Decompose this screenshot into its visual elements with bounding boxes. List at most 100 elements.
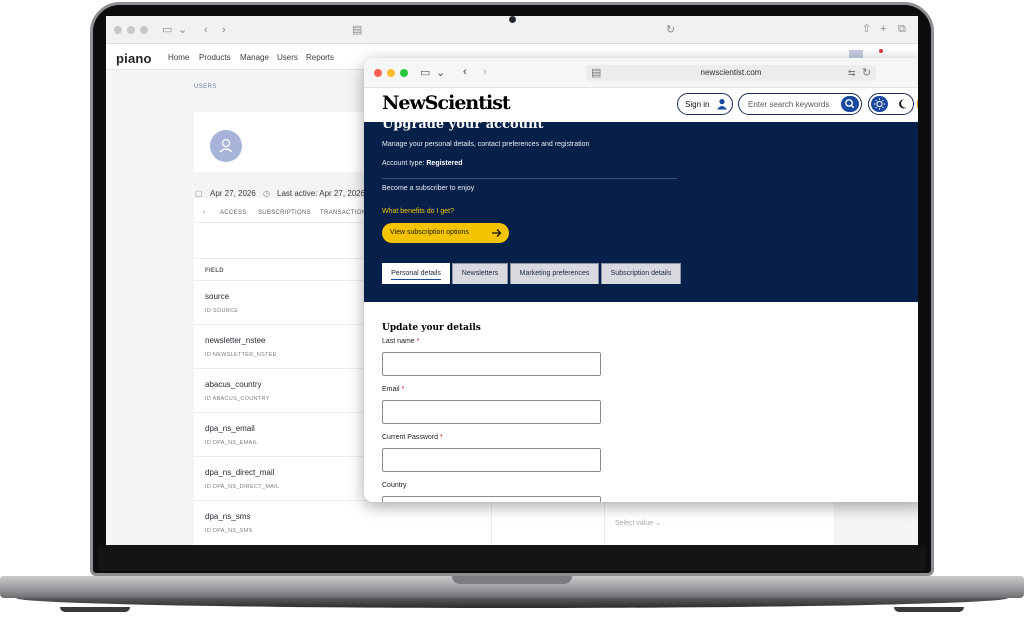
translate-icon[interactable]: ⇆ <box>848 67 856 79</box>
newscientist-logo[interactable]: NewScientist <box>382 92 511 114</box>
account-type: Account type: Registered <box>382 160 463 167</box>
view-subscription-options-button[interactable]: View subscription options <box>382 223 509 243</box>
last-active: Last active: Apr 27, 2026 <box>277 189 366 198</box>
field-name: newsletter_nstee <box>205 336 266 345</box>
breadcrumb[interactable]: USERS <box>194 84 217 90</box>
sidebar-toggle-icon[interactable]: ▭ <box>162 24 172 36</box>
account-hero: Upgrade your account Manage your persona… <box>364 117 918 302</box>
field-name: source <box>205 292 230 301</box>
search-input[interactable]: Enter search keywords <box>738 93 862 115</box>
signin-button[interactable]: Sign in <box>677 93 733 115</box>
nav-manage[interactable]: Manage <box>240 53 269 62</box>
notification-dot <box>879 49 883 53</box>
active-tab-indicator <box>391 279 441 280</box>
reload-icon[interactable]: ↻ <box>666 24 675 36</box>
field-name: dpa_ns_direct_mail <box>205 468 275 477</box>
tabs-overview-icon[interactable]: ⧉ <box>898 23 906 35</box>
update-details-form: Update your details Last name * Email * … <box>364 302 918 502</box>
light-mode-button[interactable] <box>871 96 888 112</box>
field-id: ID ABACUS_COUNTRY <box>205 396 270 402</box>
field-id: ID DPA_NS_SMS <box>205 528 253 534</box>
page-title: Upgrade your account <box>382 117 544 132</box>
tab-newsletters[interactable]: Newsletters <box>452 263 508 284</box>
window-maximize-button[interactable] <box>140 26 148 34</box>
window-minimize-button[interactable] <box>127 26 135 34</box>
window-close-button[interactable] <box>114 26 122 34</box>
nav-reports[interactable]: Reports <box>306 53 334 62</box>
avatar <box>210 130 242 162</box>
button-label: View subscription options <box>390 229 469 236</box>
window-close-button[interactable] <box>374 69 382 77</box>
reload-icon[interactable]: ↻ <box>862 67 871 79</box>
field-column-header: FIELD <box>205 268 224 274</box>
password-label: Current Password * <box>382 434 443 441</box>
email-label: Email * <box>382 386 405 393</box>
tab-label: Marketing preferences <box>519 270 590 277</box>
search-button[interactable] <box>841 96 859 112</box>
tab-subscription-details[interactable]: Subscription details <box>601 263 681 284</box>
address-bar[interactable]: ▤ newscientist.com ⇆ ↻ <box>586 65 876 81</box>
benefits-link[interactable]: What benefits do I get? <box>382 208 454 215</box>
laptop-screen: ▭ ⌄ ‹ › ▤ ↻ ⇧ + ⧉ piano Home Products Ma… <box>106 16 918 545</box>
country-select[interactable]: ⌄ <box>382 496 601 502</box>
laptop-mockup: ▭ ⌄ ‹ › ▤ ↻ ⇧ + ⧉ piano Home Products Ma… <box>0 0 1024 619</box>
form-heading: Update your details <box>382 323 481 333</box>
partial-orange-button[interactable] <box>917 93 918 115</box>
laptop-bottom-bezel <box>98 545 926 571</box>
last-name-label: Last name * <box>382 338 420 345</box>
window-maximize-button[interactable] <box>400 69 408 77</box>
subscribe-text: Become a subscriber to enjoy <box>382 185 475 192</box>
theme-toggle[interactable] <box>868 93 914 115</box>
table-row[interactable]: dpa_ns_sms ID DPA_NS_SMS <box>194 500 494 544</box>
laptop-base-shadow <box>16 598 1008 608</box>
tabs-scroll-left-icon[interactable]: ‹ <box>203 210 205 216</box>
chevron-down-icon[interactable]: ⌄ <box>178 24 187 36</box>
window-minimize-button[interactable] <box>387 69 395 77</box>
forward-arrow-icon[interactable]: › <box>222 24 226 36</box>
share-icon[interactable]: ⇧ <box>862 23 871 35</box>
field-id: ID SOURCE <box>205 308 239 314</box>
new-tab-icon[interactable]: + <box>880 23 886 35</box>
back-arrow-icon[interactable]: ‹ <box>204 24 208 36</box>
laptop-foot <box>894 607 964 612</box>
field-id: ID DPA_NS_DIRECT_MAIL <box>205 484 280 490</box>
page-icon: ▤ <box>352 24 363 36</box>
email-field[interactable] <box>382 400 601 424</box>
country-label: Country <box>382 482 407 489</box>
field-id: ID DPA_NS_EMAIL <box>205 440 258 446</box>
search-icon <box>845 99 855 109</box>
search-placeholder: Enter search keywords <box>748 100 830 109</box>
laptop-notch <box>452 576 572 584</box>
sun-icon <box>873 98 886 110</box>
piano-logo[interactable]: piano <box>116 51 152 66</box>
select-value-dropdown[interactable]: Select value ⌄ <box>615 519 661 527</box>
signin-label: Sign in <box>685 100 710 109</box>
nav-products[interactable]: Products <box>199 53 231 62</box>
chevron-down-icon[interactable]: ⌄ <box>436 67 445 79</box>
last-name-field[interactable] <box>382 352 601 376</box>
field-name: dpa_ns_sms <box>205 512 251 521</box>
back-arrow-icon[interactable]: ‹ <box>463 66 467 78</box>
chevron-down-icon: ⌄ <box>586 500 594 502</box>
tab-personal-details[interactable]: Personal details <box>382 263 450 284</box>
tab-marketing-preferences[interactable]: Marketing preferences <box>510 263 599 284</box>
tab-subscriptions[interactable]: SUBSCRIPTIONS <box>258 210 311 216</box>
sidebar-toggle-icon[interactable]: ▭ <box>420 67 430 79</box>
tab-access[interactable]: ACCESS <box>220 210 246 216</box>
front-browser-window: ▭ ⌄ ‹ › ▤ newscientist.com ⇆ ↻ NewScient… <box>364 58 918 502</box>
field-id: ID NEWSLETTER_NSTEE <box>205 352 277 358</box>
moon-icon[interactable] <box>896 98 908 110</box>
tab-label: Personal details <box>391 270 441 277</box>
nav-home[interactable]: Home <box>168 53 189 62</box>
divider <box>382 178 677 179</box>
url-text: newscientist.com <box>700 68 762 77</box>
arrow-right-icon <box>492 229 502 237</box>
field-name: dpa_ns_email <box>205 424 255 433</box>
user-icon <box>717 99 727 110</box>
calendar-icon: ▢ <box>195 189 203 198</box>
laptop-foot <box>60 607 130 612</box>
nav-users[interactable]: Users <box>277 53 298 62</box>
current-password-field[interactable] <box>382 448 601 472</box>
account-type-value: Registered <box>426 160 463 167</box>
forward-arrow-icon[interactable]: › <box>483 66 487 78</box>
